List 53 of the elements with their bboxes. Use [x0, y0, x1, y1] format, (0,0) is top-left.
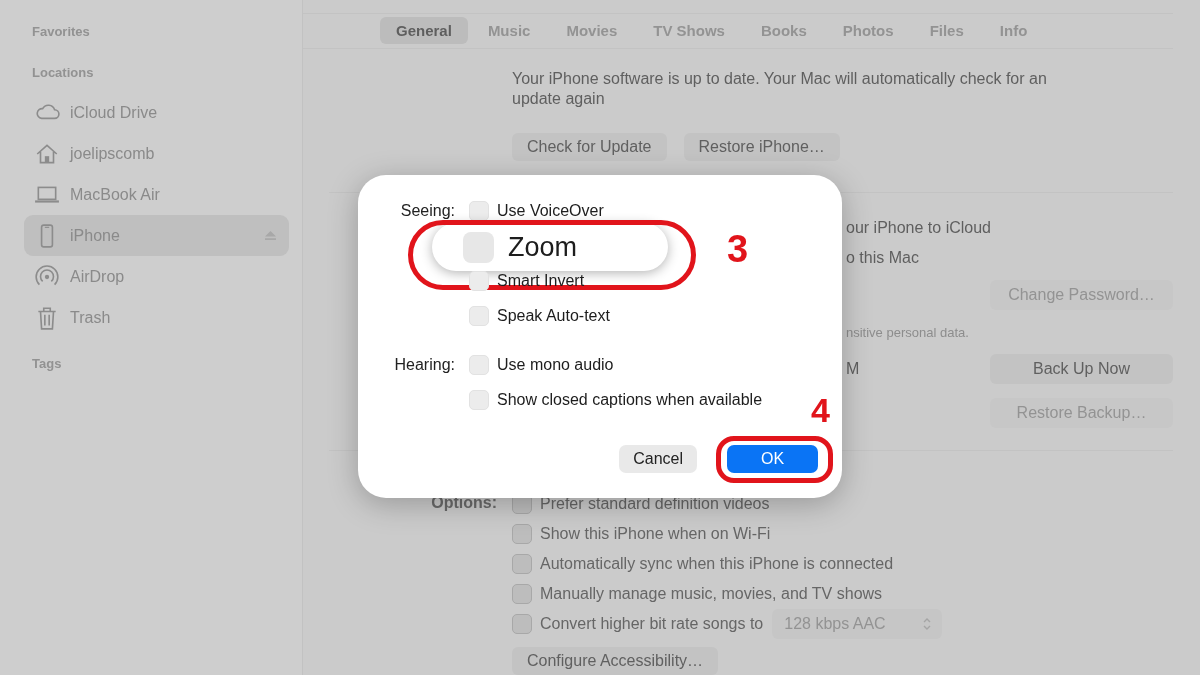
- button[interactable]: Restore iPhone…: [683, 133, 840, 161]
- button[interactable]: Check for Update: [512, 133, 667, 161]
- tab[interactable]: Books: [744, 17, 823, 45]
- checkbox-label: Automatically sync when this iPhone is connected: [540, 555, 894, 573]
- tab[interactable]: Movies: [550, 17, 634, 45]
- button[interactable]: OK: [727, 445, 818, 473]
- group-label: Seeing:: [399, 201, 455, 221]
- checkbox-label: Speak Auto-text: [497, 306, 610, 325]
- tab[interactable]: Music: [471, 17, 547, 45]
- sidebar-item[interactable]: joelipscomb: [24, 133, 289, 174]
- tab[interactable]: TV Shows: [637, 17, 741, 45]
- item-label: joelipscomb: [70, 144, 156, 163]
- checkbox-label: Convert higher bit rate songs to: [540, 615, 764, 633]
- checkbox-label: Use VoiceOver: [497, 201, 604, 220]
- checkbox-label: Zoom: [508, 231, 578, 263]
- checkbox[interactable]: [463, 231, 494, 263]
- note-text: nsitive personal data.: [846, 324, 969, 340]
- status-message: Your iPhone software is up to date. Your Mac will automatically check for an update again: [512, 69, 1048, 109]
- button[interactable]: Back Up Now: [990, 354, 1173, 384]
- checkbox-label: Show closed captions when available: [497, 390, 763, 409]
- checkbox[interactable]: [512, 584, 532, 604]
- section-heading: Locations: [31, 65, 95, 82]
- setting-text: o this Mac: [846, 249, 919, 267]
- section-heading: Tags: [31, 356, 63, 373]
- updown-chevron-icon: [922, 617, 933, 631]
- tab[interactable]: Files: [913, 17, 980, 45]
- sidebar-item[interactable]: MacBook Air: [24, 174, 289, 215]
- setting-text: our iPhone to iCloud: [846, 219, 991, 237]
- button[interactable]: Cancel: [619, 445, 697, 473]
- checkbox-label: Use mono audio: [497, 355, 614, 374]
- step-number: 3: [727, 230, 749, 268]
- tab[interactable]: General: [380, 17, 468, 45]
- checkbox[interactable]: [512, 554, 532, 574]
- item-label: AirDrop: [70, 267, 126, 286]
- sidebar-item[interactable]: AirDrop: [24, 256, 289, 297]
- tab[interactable]: Photos: [826, 17, 910, 45]
- sidebar-item[interactable]: Trash: [24, 297, 289, 338]
- checkbox-label: Show this iPhone when on Wi-Fi: [540, 525, 771, 543]
- checkbox[interactable]: [512, 524, 532, 544]
- tab[interactable]: Info: [983, 17, 1044, 45]
- step-number: 4: [811, 393, 830, 427]
- checkbox-label: Smart Invert: [497, 271, 585, 290]
- item-label: Trash: [70, 308, 112, 327]
- sidebar-item[interactable]: iCloud Drive: [24, 92, 289, 133]
- magnified-option[interactable]: Zoom: [432, 223, 668, 271]
- button[interactable]: Configure Accessibility…: [512, 647, 719, 675]
- checkbox-label: Manually manage music, movies, and TV shows: [540, 585, 883, 603]
- item-label: iCloud Drive: [70, 103, 159, 122]
- setting-text: M: [846, 360, 860, 378]
- section-heading: Favorites: [31, 24, 91, 41]
- group-label: Hearing:: [393, 355, 455, 375]
- item-label: MacBook Air: [70, 185, 161, 204]
- checkbox[interactable]: [512, 614, 532, 634]
